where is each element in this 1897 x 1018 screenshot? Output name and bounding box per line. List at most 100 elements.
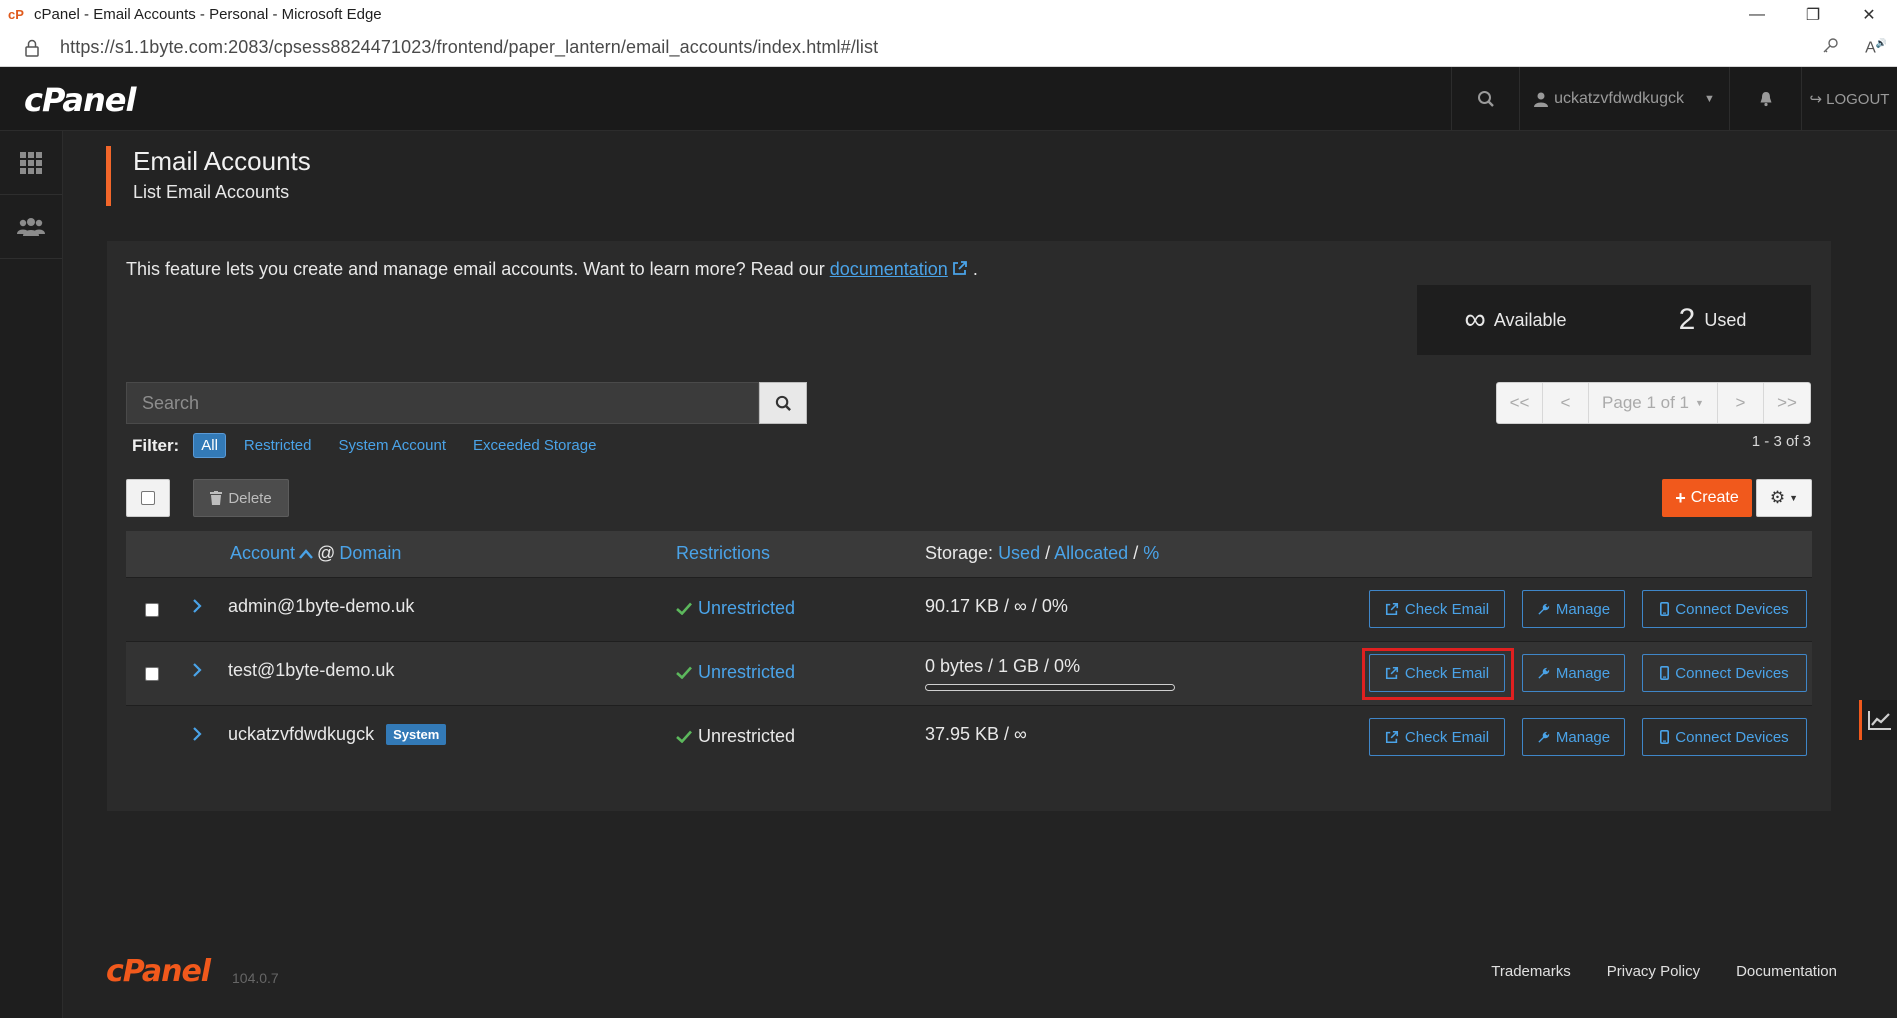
trash-icon — [210, 491, 223, 505]
storage-header: Storage: Used / Allocated / % — [925, 543, 1159, 564]
filter-label: Filter: — [132, 435, 180, 455]
close-icon[interactable]: ✕ — [1841, 0, 1897, 29]
manage-button[interactable]: Manage — [1522, 718, 1625, 756]
result-range: 1 - 3 of 3 — [1751, 433, 1811, 450]
last-page-button[interactable]: >> — [1764, 383, 1810, 423]
external-link-icon[interactable] — [952, 260, 968, 281]
restriction-label: Unrestricted — [698, 726, 796, 746]
filter-system-account[interactable]: System Account — [338, 437, 446, 454]
connect-devices-button[interactable]: Connect Devices — [1642, 654, 1807, 692]
search-button[interactable] — [759, 382, 807, 424]
create-button[interactable]: + Create — [1662, 479, 1752, 517]
used-value: 2 — [1678, 303, 1696, 336]
stat-available: ∞ Available — [1417, 303, 1614, 337]
documentation-link[interactable]: documentation — [830, 259, 948, 279]
cpanel-logo[interactable]: cPanel — [24, 81, 136, 119]
intro-suffix: . — [972, 259, 978, 279]
minimize-icon[interactable]: — — [1729, 0, 1785, 29]
first-page-button[interactable]: << — [1497, 383, 1543, 423]
select-all-checkbox[interactable] — [141, 491, 155, 505]
restriction-link[interactable]: Unrestricted — [676, 598, 795, 619]
system-badge: System — [386, 724, 447, 745]
user-menu[interactable]: uckatzvfdwdkugck ▼ — [1519, 67, 1729, 131]
footer-trademarks-link[interactable]: Trademarks — [1491, 963, 1570, 980]
lock-icon[interactable] — [24, 39, 40, 57]
email-accounts-panel: This feature lets you create and manage … — [107, 241, 1831, 811]
account-label: admin@1byte-demo.uk — [228, 596, 415, 616]
users-icon — [17, 217, 45, 236]
external-link-icon — [1385, 602, 1398, 616]
storage-usage-bar — [925, 684, 1175, 691]
url-field[interactable]: https://s1.1byte.com:2083/cpsess88244710… — [60, 37, 878, 58]
storage-sep: / — [1045, 543, 1051, 563]
sort-used-link[interactable]: Used — [998, 543, 1040, 563]
filter-restricted[interactable]: Restricted — [244, 437, 312, 454]
delete-button[interactable]: Delete — [193, 479, 289, 517]
check-icon — [676, 602, 692, 615]
row-checkbox[interactable] — [145, 667, 159, 681]
mobile-icon — [1660, 730, 1670, 744]
storage-value: 90.17 KB / ∞ / 0% — [925, 596, 1068, 616]
logout-button[interactable]: ↪ LOGOUT — [1801, 67, 1897, 131]
page-label: Page 1 of 1 — [1602, 393, 1690, 412]
check-icon — [676, 666, 692, 679]
expand-chevron-icon[interactable] — [192, 598, 202, 619]
sidebar-item-home[interactable] — [0, 131, 62, 195]
prev-page-button[interactable]: < — [1543, 383, 1589, 423]
notifications-button[interactable] — [1729, 67, 1801, 131]
restriction-link[interactable]: Unrestricted — [676, 662, 795, 683]
check-email-button[interactable]: Check Email — [1369, 654, 1505, 692]
search-icon — [775, 395, 791, 411]
footer-version: 104.0.7 — [232, 970, 279, 986]
external-link-icon — [1385, 730, 1398, 744]
next-page-button[interactable]: > — [1718, 383, 1764, 423]
caret-down-icon: ▼ — [1789, 493, 1799, 503]
key-icon[interactable] — [1821, 37, 1839, 60]
sort-asc-icon[interactable] — [299, 548, 313, 559]
expand-chevron-icon[interactable] — [192, 726, 202, 747]
expand-chevron-icon[interactable] — [192, 662, 202, 683]
bell-icon — [1760, 92, 1771, 107]
sort-domain-link[interactable]: Domain — [339, 543, 401, 564]
storage-value: 0 bytes / 1 GB / 0% — [925, 656, 1081, 676]
connect-devices-button[interactable]: Connect Devices — [1642, 718, 1807, 756]
sort-restrictions-link[interactable]: Restrictions — [676, 543, 770, 564]
delete-label: Delete — [228, 489, 272, 507]
select-all-checkbox-wrapper — [126, 479, 170, 517]
page-select[interactable]: Page 1 of 1 ▼ — [1589, 383, 1718, 423]
restriction-text: Unrestricted — [676, 726, 795, 747]
footer-documentation-link[interactable]: Documentation — [1736, 963, 1837, 980]
manage-button[interactable]: Manage — [1522, 590, 1625, 628]
read-aloud-icon[interactable]: A🔊 — [1865, 38, 1887, 57]
settings-dropdown-button[interactable]: ⚙ ▼ — [1756, 479, 1812, 517]
manage-label: Manage — [1555, 728, 1611, 746]
footer-privacy-link[interactable]: Privacy Policy — [1607, 963, 1700, 980]
pagination: << < Page 1 of 1 ▼ > >> — [1496, 382, 1811, 424]
top-nav: cPanel uckatzvfdwdkugck ▼ ↪ LOGOUT — [0, 67, 1897, 131]
check-email-button[interactable]: Check Email — [1369, 590, 1505, 628]
filter-exceeded-storage[interactable]: Exceeded Storage — [473, 437, 596, 454]
sort-percent-link[interactable]: % — [1143, 543, 1159, 563]
filter-all[interactable]: All — [193, 433, 226, 458]
sidebar-item-users[interactable] — [0, 195, 62, 259]
footer-cpanel-logo[interactable]: cPanel — [106, 954, 211, 989]
check-email-button[interactable]: Check Email — [1369, 718, 1505, 756]
row-checkbox[interactable] — [145, 603, 159, 617]
table-row: test@1byte-demo.uk Unrestricted 0 bytes … — [126, 641, 1812, 705]
sort-account-link[interactable]: Account — [230, 543, 295, 564]
accounts-table: Account @ Domain Restrictions Storage: U… — [126, 531, 1812, 769]
external-link-icon — [1385, 666, 1398, 680]
nav-search-button[interactable] — [1451, 67, 1519, 131]
stats-side-tab[interactable] — [1859, 700, 1897, 740]
search-icon — [1477, 91, 1494, 107]
connect-devices-label: Connect Devices — [1675, 600, 1789, 618]
wrench-icon — [1538, 731, 1550, 743]
sort-allocated-link[interactable]: Allocated — [1054, 543, 1128, 563]
manage-button[interactable]: Manage — [1522, 654, 1625, 692]
restore-icon[interactable]: ❐ — [1785, 0, 1841, 29]
wrench-icon — [1538, 603, 1550, 615]
page-header: Email Accounts List Email Accounts — [106, 146, 311, 206]
window-title: cPanel - Email Accounts - Personal - Mic… — [34, 6, 382, 23]
search-input[interactable] — [126, 382, 760, 424]
connect-devices-button[interactable]: Connect Devices — [1642, 590, 1807, 628]
